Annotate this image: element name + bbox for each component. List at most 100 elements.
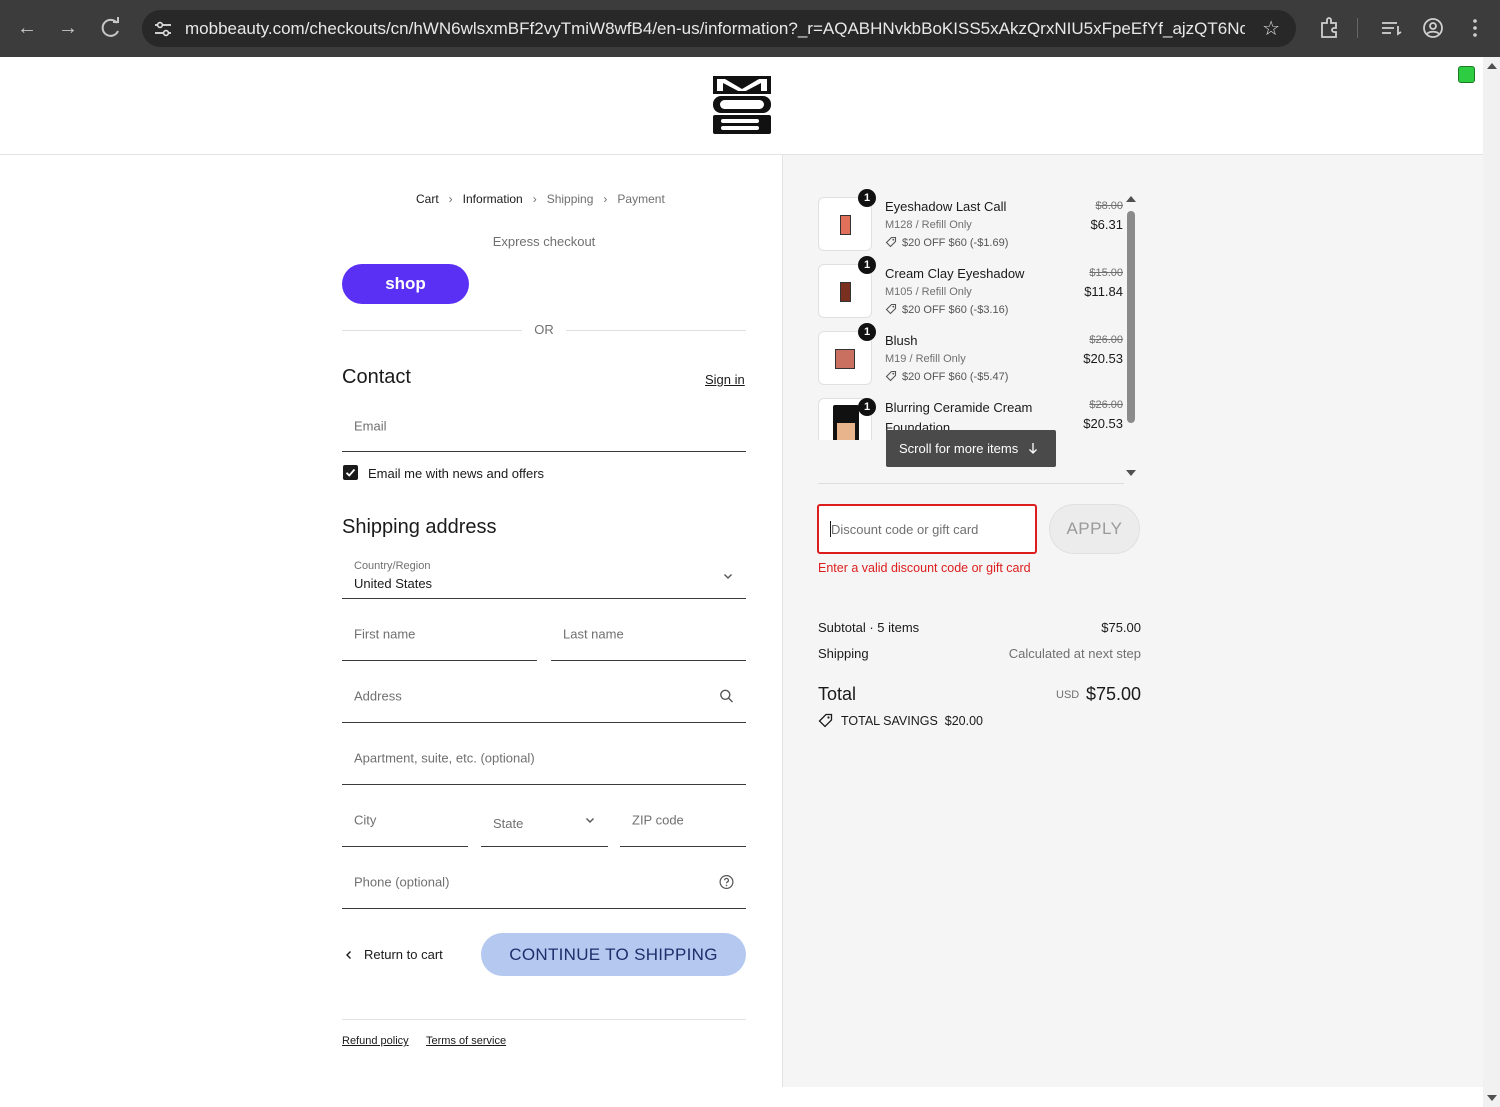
line-item: 1 Eyeshadow Last Call M128 / Refill Only…	[818, 189, 1140, 257]
zip-placeholder: ZIP code	[632, 812, 684, 828]
browser-toolbar: ← → mobbeauty.com/checkouts/cn/hWN6wlsxm…	[0, 0, 1500, 57]
subtotal-value: $75.00	[1101, 620, 1141, 635]
apply-discount-button[interactable]: APPLY	[1049, 504, 1140, 554]
subtotal-row: Subtotal · 5 items $75.00	[818, 620, 1141, 635]
discount-code-input[interactable]: Discount code or gift card	[817, 504, 1037, 554]
return-to-cart-link[interactable]: Return to cart	[344, 947, 443, 962]
product-swatch-fill	[837, 423, 855, 440]
forward-icon[interactable]: →	[54, 14, 82, 42]
reload-icon[interactable]	[97, 14, 125, 42]
list-scroll-down-arrow[interactable]	[1126, 470, 1136, 476]
quantity-badge: 1	[858, 323, 876, 341]
address-placeholder: Address	[354, 688, 402, 704]
item-price: $11.84	[1084, 284, 1123, 299]
newsletter-label[interactable]: Email me with news and offers	[368, 466, 544, 481]
item-discount-text: $20 OFF $60 (-$3.16)	[902, 304, 1009, 316]
savings-label: TOTAL SAVINGS	[841, 714, 938, 728]
sign-in-link[interactable]: Sign in	[705, 372, 745, 387]
search-icon	[720, 689, 733, 703]
express-checkout-label: Express checkout	[492, 234, 596, 249]
refund-policy-link[interactable]: Refund policy	[342, 1035, 409, 1047]
footer-divider	[342, 1019, 746, 1020]
item-price: $6.31	[1090, 217, 1123, 232]
item-original-price: $26.00	[1089, 399, 1123, 411]
chevron-right-icon: ›	[448, 192, 453, 206]
item-price: $20.53	[1083, 416, 1123, 431]
breadcrumb-shipping: Shipping	[546, 192, 594, 206]
discount-error-message: Enter a valid discount code or gift card	[818, 561, 1031, 575]
item-original-price: $15.00	[1089, 267, 1123, 279]
shop-pay-button[interactable]: shop	[342, 264, 469, 304]
return-to-cart-label: Return to cart	[364, 947, 443, 962]
phone-placeholder: Phone (optional)	[354, 874, 450, 890]
divider	[566, 330, 746, 331]
email-placeholder: Email	[354, 418, 387, 433]
page-viewport: Cart › Information › Shipping › Payment Expres…	[0, 57, 1483, 1107]
item-name: Blush	[885, 333, 918, 348]
breadcrumb-information: Information	[462, 192, 523, 206]
item-discount: $20 OFF $60 (-$5.47)	[885, 370, 1008, 383]
phone-field[interactable]: Phone (optional)	[342, 856, 746, 909]
country-value: United States	[354, 576, 433, 591]
tag-icon	[885, 303, 897, 315]
last-name-field[interactable]: Last name	[551, 608, 746, 661]
continue-to-shipping-button[interactable]: CONTINUE TO SHIPPING	[481, 933, 746, 976]
zip-field[interactable]: ZIP code	[620, 794, 746, 847]
subtotal-label: Subtotal · 5 items	[818, 620, 920, 635]
scroll-up-arrow[interactable]	[1487, 63, 1497, 69]
first-name-placeholder: First name	[354, 626, 416, 642]
discount-placeholder: Discount code or gift card	[831, 522, 979, 537]
reading-list-icon[interactable]	[1377, 14, 1405, 42]
total-label: Total	[818, 684, 857, 704]
contact-title: Contact	[342, 366, 411, 388]
page-scrollbar[interactable]	[1483, 57, 1500, 1107]
address-field[interactable]: Address	[342, 670, 746, 723]
total-savings: TOTAL SAVINGS $20.00	[818, 713, 983, 728]
line-item: 1 Blush M19 / Refill Only $20 OFF $60 (-…	[818, 323, 1140, 391]
item-name: Cream Clay Eyeshadow	[885, 266, 1025, 281]
country-select[interactable]: Country/Region United States	[342, 554, 746, 599]
bookmark-star-icon[interactable]: ☆	[1262, 16, 1280, 41]
item-list-scrollbar[interactable]	[1127, 211, 1135, 423]
breadcrumb-cart[interactable]: Cart	[416, 192, 439, 206]
item-discount: $20 OFF $60 (-$3.16)	[885, 303, 1008, 316]
scroll-for-more-items-button[interactable]: Scroll for more items	[886, 430, 1056, 467]
item-variant: M105 / Refill Only	[885, 286, 972, 298]
tag-icon	[885, 236, 897, 248]
apartment-field[interactable]: Apartment, suite, etc. (optional)	[342, 732, 746, 785]
email-field[interactable]: Email	[342, 400, 746, 452]
mob-logo[interactable]	[713, 76, 771, 134]
url-text[interactable]: mobbeauty.com/checkouts/cn/hWN6wlsxmBFf2…	[185, 19, 1245, 39]
city-field[interactable]: City	[342, 794, 468, 847]
address-bar[interactable]: mobbeauty.com/checkouts/cn/hWN6wlsxmBFf2…	[142, 10, 1296, 47]
scroll-down-arrow[interactable]	[1487, 1095, 1497, 1101]
shipping-row: Shipping Calculated at next step	[818, 646, 1141, 661]
item-variant: M19 / Refill Only	[885, 353, 966, 365]
city-placeholder: City	[354, 812, 377, 828]
list-scroll-up-arrow[interactable]	[1126, 196, 1136, 202]
item-discount: $20 OFF $60 (-$1.69)	[885, 236, 1008, 249]
state-placeholder: State	[493, 816, 524, 831]
or-separator: OR	[534, 322, 554, 337]
last-name-placeholder: Last name	[563, 626, 624, 642]
item-variant: M128 / Refill Only	[885, 219, 972, 231]
item-discount-text: $20 OFF $60 (-$1.69)	[902, 237, 1009, 249]
product-swatch	[840, 215, 851, 235]
profile-icon[interactable]	[1419, 14, 1447, 42]
shipping-label: Shipping	[818, 646, 869, 661]
help-circle-icon[interactable]	[719, 874, 734, 890]
site-settings-icon[interactable]	[152, 18, 174, 40]
newsletter-checkbox[interactable]	[343, 465, 358, 480]
first-name-field[interactable]: First name	[342, 608, 537, 661]
chevron-left-icon	[346, 951, 351, 959]
terms-of-service-link[interactable]: Terms of service	[426, 1035, 506, 1047]
state-select[interactable]: State	[481, 794, 608, 847]
extensions-icon[interactable]	[1316, 14, 1344, 42]
back-icon[interactable]: ←	[13, 14, 41, 42]
item-list-border	[818, 483, 1124, 484]
quantity-badge: 1	[858, 189, 876, 207]
quantity-badge: 1	[858, 256, 876, 274]
product-swatch	[835, 349, 855, 369]
menu-kebab-icon[interactable]	[1461, 14, 1489, 42]
quantity-badge: 1	[858, 398, 876, 416]
